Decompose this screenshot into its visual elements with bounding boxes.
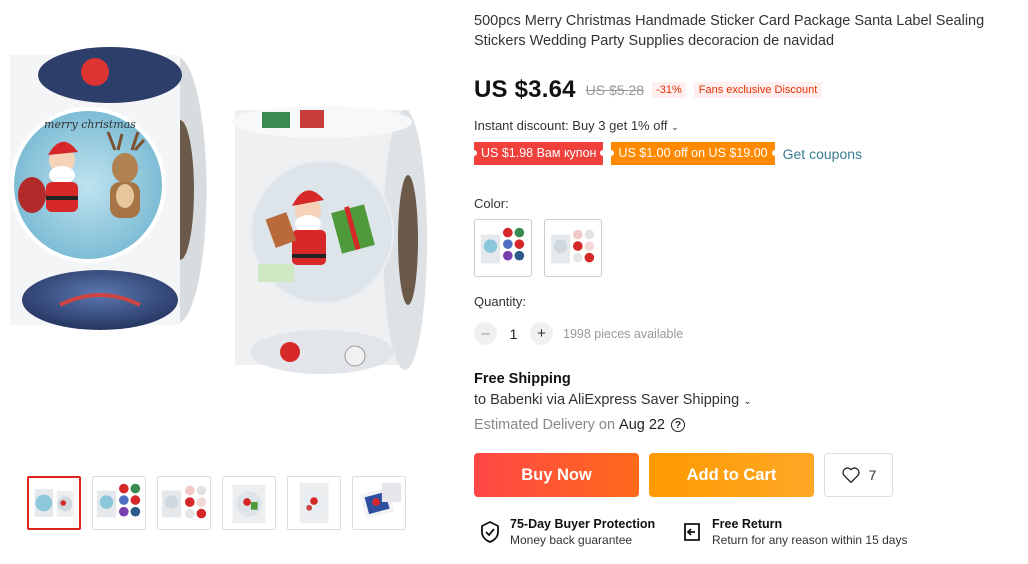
coupon-row: US $1.98 Вам купон US $1.00 off on US $1… <box>470 142 862 165</box>
quantity-available: 1998 pieces available <box>563 326 684 341</box>
sticker-text: merry christmas <box>44 118 136 131</box>
buyer-protection-sub: Money back guarantee <box>510 533 633 547</box>
free-return-sub: Return for any reason within 15 days <box>712 533 908 547</box>
shipping-title: Free Shipping <box>474 371 571 387</box>
thumbnail-strip <box>27 476 406 530</box>
fans-discount-badge: Fans exclusive Discount <box>693 82 823 98</box>
instant-discount-dropdown[interactable]: Instant discount: Buy 3 get 1% off ⌄ <box>474 118 679 133</box>
shipping-method-label: to Babenki via AliExpress Saver Shipping <box>474 392 740 408</box>
shipping-method-dropdown[interactable]: to Babenki via AliExpress Saver Shipping… <box>474 392 752 408</box>
thumbnail-6[interactable] <box>352 476 406 530</box>
free-return-title: Free Return <box>712 517 783 531</box>
estimated-delivery: Estimated Delivery on Aug 22 ? <box>474 417 685 433</box>
coupon-badge-1[interactable]: US $1.98 Вам купон <box>470 142 607 165</box>
original-price: US $5.28 <box>585 82 645 98</box>
buyer-protection: 75-Day Buyer Protection Money back guara… <box>478 517 655 548</box>
color-option-1[interactable] <box>474 219 532 277</box>
wishlist-count: 7 <box>868 467 877 483</box>
add-to-cart-button[interactable]: Add to Cart <box>649 453 814 497</box>
eta-label: Estimated Delivery on <box>474 417 616 433</box>
wishlist-button[interactable]: 7 <box>824 453 893 497</box>
quantity-stepper: – 1 + 1998 pieces available <box>474 322 683 345</box>
product-title: 500pcs Merry Christmas Handmade Sticker … <box>474 13 985 49</box>
price-row: US $3.64 US $5.28 -31% Fans exclusive Di… <box>474 76 823 104</box>
color-option-2[interactable] <box>544 219 602 277</box>
instant-discount-label: Instant discount: Buy 3 get 1% off <box>474 118 668 133</box>
thumbnail-5[interactable] <box>287 476 341 530</box>
chevron-down-icon: ⌄ <box>671 122 679 132</box>
decrease-quantity-button[interactable]: – <box>474 322 497 345</box>
current-price: US $3.64 <box>474 76 576 103</box>
thumbnail-1[interactable] <box>27 476 81 530</box>
chevron-down-icon: ⌄ <box>743 396 752 407</box>
sticker-rolls-illustration: merry christmas <box>10 47 427 374</box>
product-main-image[interactable]: merry christmas <box>0 0 440 455</box>
coupon-badge-2[interactable]: US $1.00 off on US $19.00 <box>608 142 778 165</box>
discount-badge: -31% <box>652 82 686 98</box>
thumbnail-3[interactable] <box>157 476 211 530</box>
thumbnail-2[interactable] <box>92 476 146 530</box>
thumbnail-4[interactable] <box>222 476 276 530</box>
buyer-protection-title: 75-Day Buyer Protection <box>510 517 656 531</box>
heart-icon <box>841 467 860 484</box>
return-box-icon <box>684 523 700 541</box>
free-return: Free Return Return for any reason within… <box>680 517 907 548</box>
eta-date: Aug 22 <box>619 417 665 433</box>
buy-now-button[interactable]: Buy Now <box>474 453 639 497</box>
quantity-value[interactable]: 1 <box>497 326 530 342</box>
quantity-label: Quantity: <box>474 294 527 309</box>
color-label: Color: <box>474 196 509 211</box>
increase-quantity-button[interactable]: + <box>530 322 553 345</box>
shield-check-icon <box>481 521 499 543</box>
color-options <box>474 219 602 277</box>
help-icon[interactable]: ? <box>671 418 685 432</box>
get-coupons-link[interactable]: Get coupons <box>783 146 862 162</box>
